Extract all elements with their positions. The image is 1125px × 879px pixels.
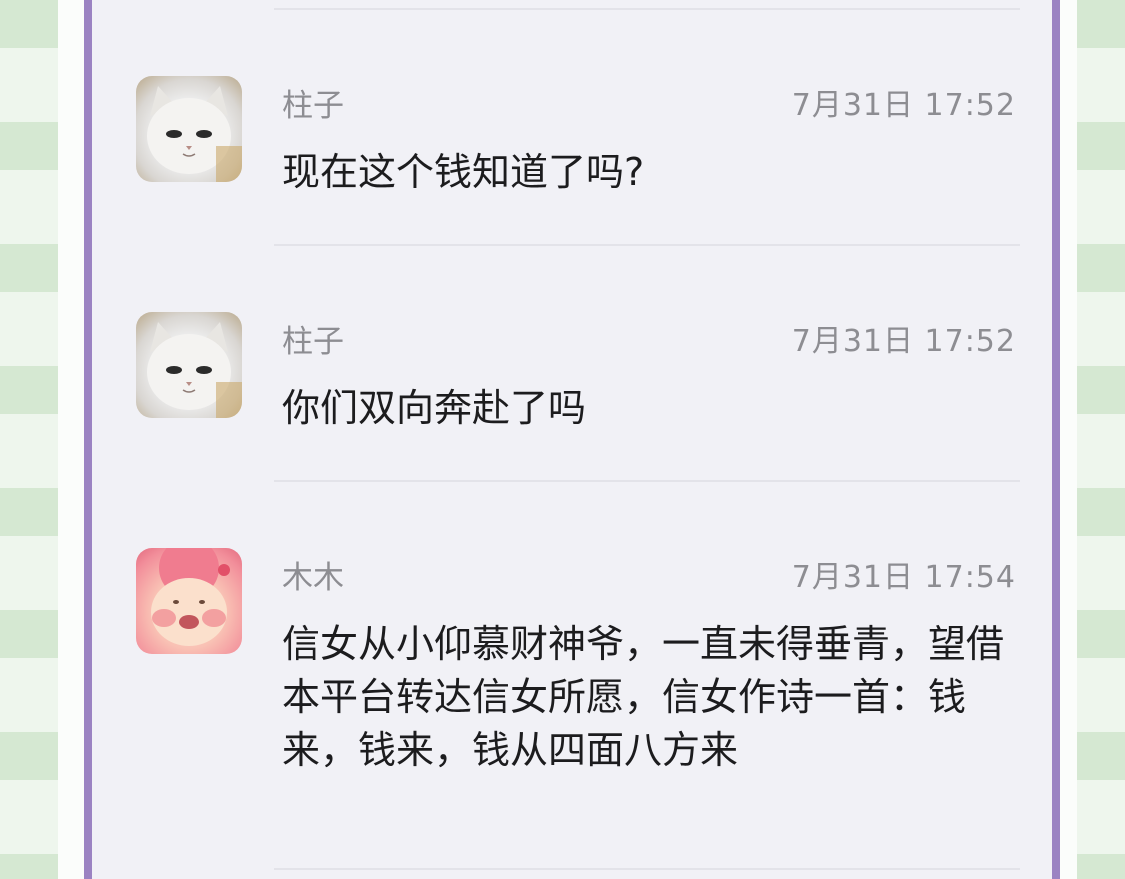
cat-face-icon	[147, 86, 242, 182]
comment-panel: 柱子 7月31日 17:52 现在这个钱知道了吗? 柱子 7月31日 17:52…	[84, 0, 1060, 879]
cat-face-icon	[147, 322, 242, 418]
pink-bun-face-avatar[interactable]	[136, 548, 242, 654]
divider	[274, 244, 1020, 246]
bun-face-icon	[151, 548, 230, 646]
comment-time: 7月31日 17:52	[791, 324, 1016, 359]
comment-author[interactable]: 柱子	[282, 316, 344, 361]
divider	[274, 868, 1020, 870]
white-cat-avatar[interactable]	[136, 312, 242, 418]
comment-time: 7月31日 17:54	[791, 560, 1016, 595]
background-gap-left	[58, 0, 84, 879]
comment-item[interactable]: 柱子 7月31日 17:52 你们双向奔赴了吗	[136, 312, 1016, 452]
comment-text: 你们双向奔赴了吗	[282, 386, 587, 430]
comment-item[interactable]: 木木 7月31日 17:54 信女从小仰慕财神爷，一直未得垂青，望借本平台转达信…	[136, 548, 1016, 848]
divider	[274, 480, 1020, 482]
comment-text: 信女从小仰慕财神爷，一直未得垂青，望借本平台转达信女所愿，信女作诗一首：钱来，钱…	[282, 622, 1005, 772]
comment-author[interactable]: 木木	[282, 552, 344, 597]
background-plaid-right	[1077, 0, 1125, 879]
background-plaid-left	[0, 0, 58, 879]
comment-text: 现在这个钱知道了吗?	[282, 150, 645, 194]
comment-time: 7月31日 17:52	[791, 88, 1016, 123]
comment-author[interactable]: 柱子	[282, 80, 344, 125]
background-gap-right	[1060, 0, 1077, 879]
comment-item[interactable]: 柱子 7月31日 17:52 现在这个钱知道了吗?	[136, 76, 1016, 216]
white-cat-avatar[interactable]	[136, 76, 242, 182]
divider	[274, 8, 1020, 10]
